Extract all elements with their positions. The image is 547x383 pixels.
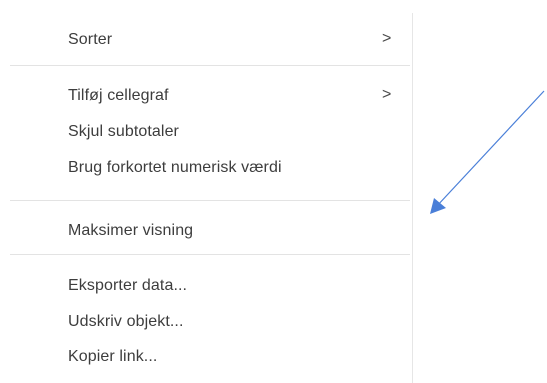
chevron-right-icon: > xyxy=(382,86,392,103)
menu-item-maximize-view[interactable]: Maksimer visning xyxy=(10,215,412,245)
menu-item-label: Sorter xyxy=(68,31,113,48)
menu-item-export-data[interactable]: Eksporter data... xyxy=(10,270,412,300)
menu-item-hide-subtotals[interactable]: Skjul subtotaler xyxy=(10,116,412,146)
menu-item-label: Skjul subtotaler xyxy=(68,123,179,140)
menu-item-label: Maksimer visning xyxy=(68,222,194,239)
chevron-right-icon: > xyxy=(382,30,392,47)
context-menu: Sorter > Tilføj cellegraf > Skjul subtot… xyxy=(10,13,413,383)
menu-item-abbreviated-numeric[interactable]: Brug forkortet numerisk værdi xyxy=(10,152,412,182)
menu-item-label: Tilføj cellegraf xyxy=(68,87,169,104)
arrow-head xyxy=(430,198,446,214)
menu-item-copy-link[interactable]: Kopier link... xyxy=(10,341,412,371)
screenshot-stage: Sorter > Tilføj cellegraf > Skjul subtot… xyxy=(0,0,547,383)
menu-item-label: Eksporter data... xyxy=(68,277,188,294)
menu-item-sort[interactable]: Sorter > xyxy=(10,24,412,54)
menu-item-label: Brug forkortet numerisk værdi xyxy=(68,159,282,176)
menu-item-label: Udskriv objekt... xyxy=(68,313,184,330)
menu-separator xyxy=(10,65,410,66)
menu-item-print-object[interactable]: Udskriv objekt... xyxy=(10,306,412,336)
menu-separator xyxy=(10,200,410,201)
menu-separator xyxy=(10,254,410,255)
arrow-line xyxy=(435,90,545,208)
menu-item-label: Kopier link... xyxy=(68,348,158,365)
menu-item-add-cell-graph[interactable]: Tilføj cellegraf > xyxy=(10,80,412,110)
